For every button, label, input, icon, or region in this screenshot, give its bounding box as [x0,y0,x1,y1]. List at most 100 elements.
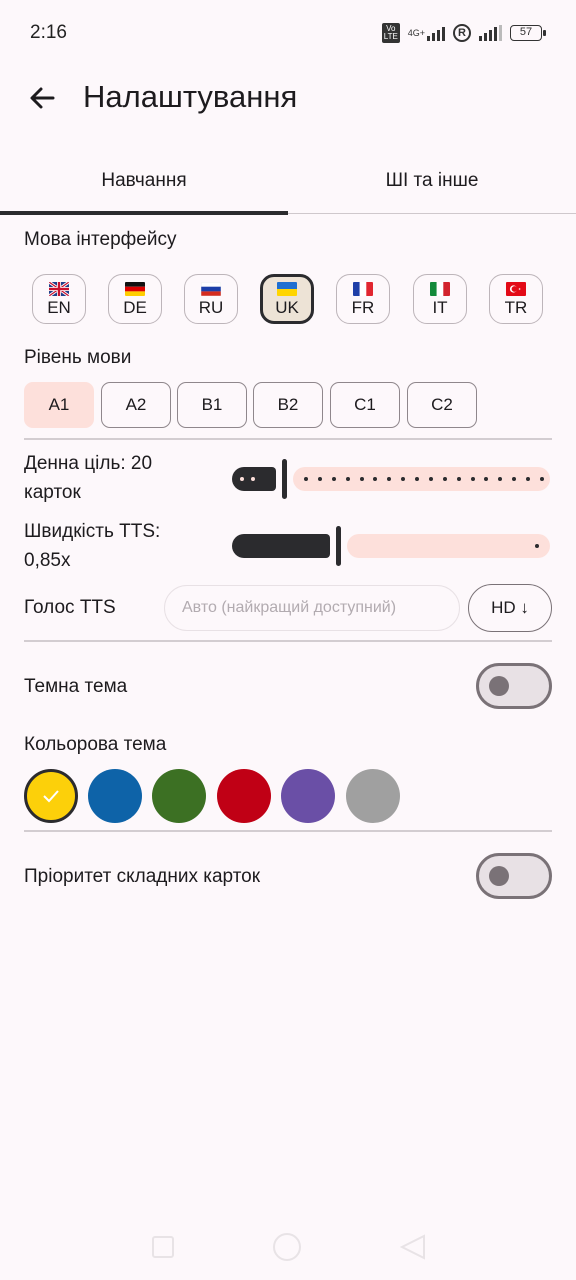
tts-voice-placeholder: Авто (найкращий доступний) [182,599,397,616]
lang-chip-de[interactable]: DE [108,274,162,324]
slider-step-tick [526,477,530,481]
tts-speed-label-line1: Швидкість TTS: [24,521,161,542]
slider-inactive-track [347,534,550,558]
slider-step-tick [457,477,461,481]
toggle-knob [489,866,509,886]
network-type-label: 4G+ [407,27,425,38]
slider-step-tick [443,477,447,481]
flag-tr-icon [506,281,526,296]
slider-end-tick [535,544,539,548]
flag-fr-icon [353,281,373,296]
level-chip-a2[interactable]: A2 [101,382,171,428]
tab-ai-and-other[interactable]: ШІ та інше [288,150,576,212]
slider-thumb[interactable] [282,459,287,499]
tab-learning[interactable]: Навчання [0,150,288,212]
slider-step-tick [429,477,433,481]
color-swatch-gray[interactable] [346,769,400,823]
level-chip-a1[interactable]: A1 [24,382,94,428]
tts-speed-label: Швидкість TTS: 0,85x [24,517,160,575]
home-icon[interactable] [273,1233,301,1261]
daily-goal-label: Денна ціль: 20 карток [24,449,152,507]
signal-4g-icon: 4G+ [408,25,445,41]
signal-bars-icon [479,25,502,41]
color-swatch-purple[interactable] [281,769,335,823]
lang-code: TR [504,297,528,317]
slider-step-tick [471,477,475,481]
nav-back-icon[interactable] [399,1234,426,1264]
arrow-left-icon [30,87,55,109]
dark-theme-toggle[interactable] [476,663,552,709]
daily-goal-slider[interactable] [232,459,550,499]
slider-step-tick [346,477,350,481]
color-swatch-blue[interactable] [88,769,142,823]
hard-cards-priority-toggle[interactable] [476,853,552,899]
divider [24,438,552,440]
lang-code: FR [351,297,375,317]
lang-code: DE [123,297,147,317]
system-nav-bar [0,1220,576,1280]
divider [24,830,552,832]
flag-ru-icon [201,281,221,296]
slider-step-tick [484,477,488,481]
color-swatch-red[interactable] [217,769,271,823]
divider [24,640,552,642]
lang-chip-fr[interactable]: FR [336,274,390,324]
interface-language-chips: EN DE RU UK FR IT TR [32,274,544,326]
flag-it-icon [430,281,450,296]
lang-chip-tr[interactable]: TR [489,274,543,324]
lang-code: UK [275,297,299,317]
lang-chip-it[interactable]: IT [413,274,467,324]
lang-code: RU [198,297,224,317]
color-theme-label: Кольорова тема [24,734,167,755]
flag-ua-icon [277,281,297,296]
level-chip-c1[interactable]: C1 [330,382,400,428]
slider-step-tick [415,477,419,481]
level-chip-b1[interactable]: B1 [177,382,247,428]
check-icon [27,772,75,820]
daily-goal-label-line1: Денна ціль: 20 [24,453,153,474]
daily-goal-label-line2: карток [24,482,81,503]
slider-thumb[interactable] [336,526,341,566]
slider-step-tick [240,477,244,481]
back-button[interactable] [22,78,62,118]
slider-step-tick [360,477,364,481]
slider-step-tick [512,477,516,481]
tab-bar: Навчання ШІ та інше [0,150,576,215]
hd-voice-button[interactable]: HD ↓ [468,584,552,632]
slider-step-tick [373,477,377,481]
dark-theme-label: Темна тема [24,676,128,697]
flag-gb-icon [49,281,69,296]
tts-voice-field[interactable]: Авто (найкращий доступний) [164,585,460,631]
tts-speed-label-line2: 0,85x [24,550,71,571]
language-level-label: Рівень мови [24,347,132,368]
tts-speed-slider[interactable] [232,526,550,566]
volte-icon: Vo LTE [381,23,400,43]
slider-step-tick [304,477,308,481]
status-icons: Vo LTE 4G+ R 57 [381,22,546,44]
slider-step-tick [332,477,336,481]
battery-icon: 57 [510,25,546,41]
tab-indicator [0,211,288,215]
slider-step-tick [401,477,405,481]
flag-de-icon [125,281,145,296]
level-chip-b2[interactable]: B2 [253,382,323,428]
status-time: 2:16 [30,22,67,43]
slider-step-tick [251,477,255,481]
status-bar: 2:16 Vo LTE 4G+ R 57 [0,0,576,64]
recents-icon[interactable] [152,1236,174,1258]
lang-chip-uk[interactable]: UK [260,274,314,324]
slider-step-tick [387,477,391,481]
lang-chip-en[interactable]: EN [32,274,86,324]
slider-step-tick [498,477,502,481]
lang-chip-ru[interactable]: RU [184,274,238,324]
roaming-icon: R [453,24,471,42]
slider-step-tick [540,477,544,481]
color-swatch-green[interactable] [152,769,206,823]
interface-language-label: Мова інтерфейсу [24,229,177,250]
hard-cards-priority-label: Пріоритет складних карток [24,866,261,887]
color-swatch-yellow[interactable] [24,769,78,823]
lang-code: EN [47,297,71,317]
toggle-knob [489,676,509,696]
level-chip-c2[interactable]: C2 [407,382,477,428]
slider-step-tick [318,477,322,481]
